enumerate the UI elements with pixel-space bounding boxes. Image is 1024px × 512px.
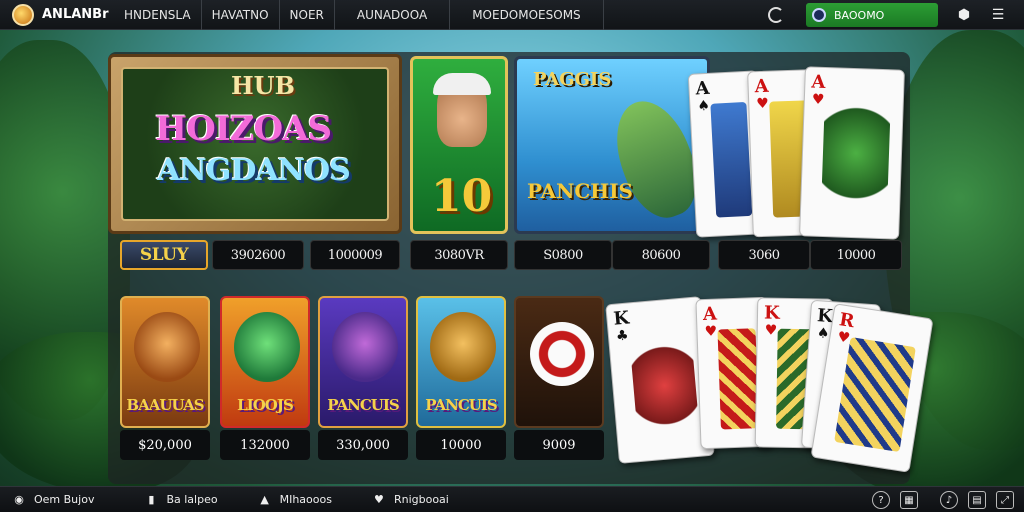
play-button[interactable]: SLUY (120, 240, 208, 270)
footer-nav-4[interactable]: ♥ Rnigbooai (360, 493, 461, 507)
sound-icon[interactable]: ♪ (940, 491, 958, 509)
keyboard-icon[interactable]: ▦ (900, 491, 918, 509)
cap-icon (433, 73, 491, 95)
card-rank: A (754, 75, 769, 98)
game-price-3: 330,000 (318, 430, 408, 460)
game-name: PANCUIS (425, 396, 497, 414)
card-art (628, 328, 701, 444)
heart-icon: ♥ (755, 95, 770, 113)
fish-tile-name: PANCHIS (527, 179, 633, 203)
game-name: BAAUUAS (126, 396, 204, 414)
hero-subtitle: ANGDANOS (157, 153, 351, 188)
value-label-6: 3060 (718, 240, 810, 270)
leaf-icon (234, 312, 300, 382)
fish-tile-title: PAGGIS (533, 69, 612, 90)
lion-icon (430, 312, 496, 382)
featured-ten-tile[interactable]: 10 (410, 56, 508, 234)
nav-item-4[interactable]: AUNADOOA (335, 0, 451, 30)
hero-title: HOIZOAS (155, 109, 332, 149)
footer-nav-1[interactable]: ◉ Oem Bujov (0, 493, 106, 507)
heart-icon: ♥ (704, 323, 718, 340)
footer-nav-2[interactable]: ▮ Ba lalpeo (132, 493, 229, 507)
game-price-4: 10000 (416, 430, 506, 460)
featured-fish-tile[interactable]: PAGGIS PANCHIS (514, 56, 710, 234)
game-price-1: $20,000 (120, 430, 210, 460)
card-rank: K (763, 302, 780, 324)
game-tile-3[interactable]: PANCUIS (318, 296, 408, 428)
card-art (717, 328, 759, 430)
value-label-1: 3902600 (212, 240, 304, 270)
nav-item-3[interactable]: NOER (280, 0, 335, 30)
featured-hero-tile[interactable]: HUB HOIZOAS ANGDANOS (108, 54, 402, 234)
brand-name: ANLANBr (42, 7, 109, 22)
heart-icon: ♥ (374, 493, 384, 506)
nav-item-5[interactable]: MOEDOMOESOMS (450, 0, 604, 30)
value-label-4: S0800 (514, 240, 612, 270)
menu-icon[interactable]: ☰ (990, 7, 1006, 23)
nav-item-2[interactable]: HAVATNO (202, 0, 280, 30)
footer-nav-label: Oem Bujov (34, 493, 95, 506)
club-icon: ♣ (615, 327, 630, 345)
footer-nav-label: Ba lalpeo (166, 493, 218, 506)
fullscreen-icon[interactable]: ⤢ (996, 491, 1014, 509)
card-rank: K (612, 307, 631, 330)
support-icon[interactable]: ? (872, 491, 890, 509)
card-rank: A (811, 71, 826, 94)
top-bar: ANLANBr HNDENSLA HAVATNO NOER AUNADOOA M… (0, 0, 1024, 30)
footer-nav-3[interactable]: ▲ MIhaooos (246, 493, 344, 507)
value-label-5: 80600 (612, 240, 710, 270)
brand-logo-icon[interactable] (12, 3, 34, 26)
heart-icon: ♥ (764, 322, 778, 339)
game-name: LIOOJS (237, 396, 294, 414)
balance-button[interactable]: BAOOMO (806, 3, 938, 27)
notification-icon[interactable]: ⬢ (956, 7, 972, 23)
game-tile-5[interactable] (514, 296, 604, 428)
value-label-3: 3080VR (410, 240, 508, 270)
fish-icon (332, 312, 398, 382)
card-rank: A (702, 303, 718, 326)
spade-icon: ♠ (697, 97, 711, 115)
card-art (710, 101, 753, 218)
coin-icon (812, 8, 826, 22)
grid-icon[interactable]: ▤ (968, 491, 986, 509)
footer-nav-label: Rnigbooai (393, 493, 449, 506)
game-tile-1[interactable]: BAAUUAS (120, 296, 210, 428)
footer-controls: ? ▦ ♪ ▤ ⤢ (872, 487, 1024, 512)
book-icon: ▮ (148, 493, 155, 506)
heart-icon: ♥ (811, 91, 825, 108)
game-name: PANCUIS (327, 396, 399, 414)
ten-number: 10 (431, 171, 493, 222)
game-price-5: 9009 (514, 430, 604, 460)
value-label-7: 10000 (810, 240, 902, 270)
balance-label: BAOOMO (834, 8, 885, 22)
card-art (834, 337, 916, 453)
footer-nav-label: MIhaooos (279, 493, 332, 506)
game-price-2: 132000 (220, 430, 310, 460)
game-tile-4[interactable]: PANCUIS (416, 296, 506, 428)
nav-item-1[interactable]: HNDENSLA (114, 0, 202, 30)
tiger-icon (134, 312, 200, 382)
value-label-2: 1000009 (310, 240, 400, 270)
card-art (820, 98, 891, 221)
ball-icon (530, 322, 594, 386)
bottom-bar: ◉ Oem Bujov ▮ Ba lalpeo ▲ MIhaooos ♥ Rni… (0, 486, 1024, 512)
home-icon: ▲ (260, 493, 269, 506)
shield-icon: ◉ (14, 493, 24, 506)
playing-card-top-3[interactable]: A ♥ (799, 66, 905, 240)
top-right-controls: BAOOMO ⬢ ☰ (768, 0, 1024, 30)
hero-top-text: HUB (231, 71, 295, 100)
game-tile-2[interactable]: LIOOJS (220, 296, 310, 428)
card-rank: A (695, 77, 711, 100)
refresh-icon[interactable] (768, 7, 784, 23)
